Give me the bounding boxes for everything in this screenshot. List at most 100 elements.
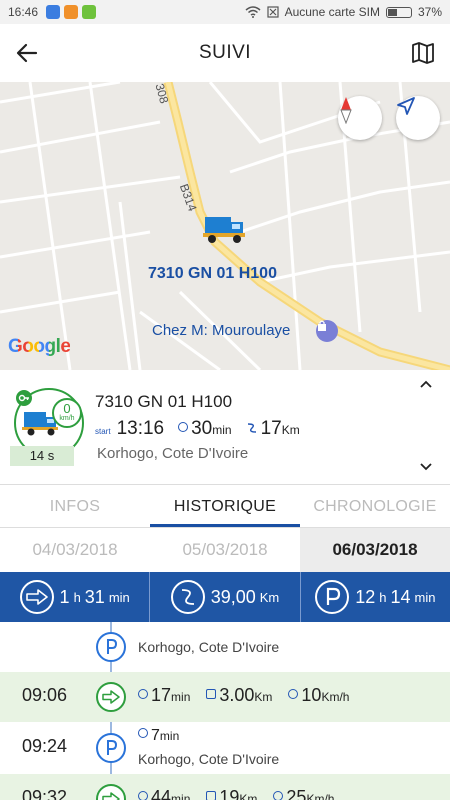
driving-minutes-unit: min (108, 589, 130, 605)
google-logo: Google (8, 336, 71, 358)
timeline-time: 09:24 (22, 736, 68, 756)
duration-stat: 30min (178, 418, 232, 440)
carrier-text: Aucune carte SIM (284, 5, 380, 19)
distance-summary: 39,00 Km (150, 572, 301, 622)
tab-historique[interactable]: HISTORIQUE (150, 486, 300, 527)
timeline-metrics: 44min 19Km 25Km/h (138, 787, 334, 800)
timeline-row-parked[interactable]: Korhogo, Cote D'Ivoire (0, 622, 450, 672)
tab-bar: INFOS HISTORIQUE CHRONOLOGIE (0, 486, 450, 528)
start-time: 13:16 (116, 418, 165, 439)
parked-minutes-unit: min (414, 589, 436, 605)
speed-value: 0 (63, 401, 71, 416)
battery-percent: 37% (417, 5, 442, 19)
vehicle-card[interactable]: 0 km/h 14 s 7310 GN 01 H100 start 13:16 … (0, 370, 450, 485)
clock-icon (138, 728, 148, 738)
map-view[interactable]: 308 B314 7310 GN 01 H100 Chez M: Mouroul… (0, 82, 450, 370)
trip-speed: 25 (286, 787, 307, 800)
trip-duration: 17 (151, 685, 172, 705)
parked-hours-unit: h (379, 589, 387, 605)
speed-gauge: 0 km/h (52, 398, 82, 428)
trip-speed-unit: Km/h (306, 792, 335, 800)
tab-chronologie[interactable]: CHRONOLOGIE (300, 486, 450, 527)
trip-duration: 44 (151, 787, 172, 800)
stop-duration: 7 (151, 727, 160, 744)
route-icon (247, 423, 256, 433)
date-option-selected[interactable]: 06/03/2018 (300, 528, 450, 572)
parking-icon (96, 733, 126, 763)
driving-arrow-icon (96, 682, 126, 712)
route-icon (170, 580, 205, 614)
clock-icon (138, 791, 148, 800)
distance-value: 17 (260, 418, 282, 439)
vehicle-map-label: 7310 GN 01 H100 (148, 265, 277, 282)
distance-stat: 17Km (246, 418, 300, 440)
trip-speed-unit: Km/h (321, 690, 350, 704)
trip-distance-unit: Km (254, 690, 273, 704)
vehicle-location: Korhogo, Cote D'Ivoire (97, 445, 249, 462)
timeline-metrics: 7min (138, 727, 179, 745)
chevron-down-icon[interactable] (420, 463, 432, 471)
history-timeline[interactable]: Korhogo, Cote D'Ivoire 09:06 17min 3.00K… (0, 622, 450, 800)
duration-unit: min (212, 423, 232, 437)
navigation-arrow-icon (397, 97, 415, 115)
shopping-bag-icon[interactable] (316, 320, 338, 342)
battery-icon (385, 6, 412, 18)
route-icon (206, 689, 217, 699)
trip-distance: 19 (219, 787, 240, 800)
no-sim-icon (266, 6, 279, 18)
timeline-row-driving[interactable]: 09:32 44min 19Km 25Km/h (0, 774, 450, 800)
driving-hours-unit: h (73, 589, 81, 605)
status-bar: 16:46 Aucune carte SIM 37% (0, 0, 450, 24)
trip-duration-unit: min (171, 690, 191, 704)
vehicle-marker-icon[interactable] (203, 217, 245, 243)
app-bar: SUIVI (0, 24, 450, 82)
tab-indicator (150, 524, 300, 527)
driving-minutes: 31 (84, 586, 105, 607)
date-option[interactable]: 04/03/2018 (0, 528, 150, 572)
tab-infos[interactable]: INFOS (0, 486, 150, 527)
distance-unit: Km (281, 423, 300, 437)
my-location-button[interactable] (396, 96, 440, 140)
notification-app-icon (46, 5, 61, 19)
parking-icon (315, 580, 350, 614)
driving-arrow-icon (19, 580, 54, 614)
date-option[interactable]: 05/03/2018 (150, 528, 300, 572)
speed-unit: km/h (59, 415, 75, 422)
stop-duration-unit: min (159, 729, 180, 743)
compass-button[interactable] (338, 96, 382, 140)
status-time: 16:46 (8, 5, 39, 19)
back-arrow-icon[interactable] (14, 40, 40, 66)
vehicle-plate: 7310 GN 01 H100 (95, 392, 233, 411)
timeline-location: Korhogo, Cote D'Ivoire (138, 639, 280, 655)
timeline-time: 09:06 (22, 685, 68, 705)
trip-stats: start 13:16 30min 17Km (95, 418, 300, 440)
page-title: SUIVI (198, 42, 252, 63)
compass-icon (340, 97, 352, 124)
duration-value: 30 (191, 418, 213, 439)
google-logo-text: Google (8, 336, 71, 357)
notification-app-icon (82, 5, 97, 19)
parked-time-summary: 12 h 14 min (301, 572, 450, 622)
stop-duration-badge: 14 s (10, 446, 74, 466)
timeline-row-parked[interactable]: 09:24 7min Korhogo, Cote D'Ivoire (0, 722, 450, 774)
map-icon[interactable] (410, 40, 436, 66)
chevron-up-icon[interactable] (420, 380, 432, 388)
wifi-icon (245, 6, 261, 18)
clock-icon (178, 422, 189, 432)
trip-speed: 10 (301, 685, 322, 705)
date-selector: 04/03/2018 05/03/2018 06/03/2018 (0, 528, 450, 572)
timeline-row-driving[interactable]: 09:06 17min 3.00Km 10Km/h (0, 672, 450, 722)
parked-hours: 12 (355, 586, 376, 607)
parked-minutes: 14 (390, 586, 411, 607)
trip-duration-unit: min (171, 792, 191, 800)
driving-hours: 1 (59, 586, 70, 607)
clock-icon (138, 689, 148, 699)
driving-time-summary: 1h 31 min (0, 572, 151, 622)
route-icon (206, 791, 217, 800)
parking-icon (96, 632, 126, 662)
start-label: start (95, 427, 111, 436)
trip-distance-unit: Km (239, 792, 258, 800)
daily-summary-bar: 1h 31 min 39,00 Km 12 h 14 min (0, 572, 450, 622)
ignition-key-icon (16, 390, 32, 406)
notification-app-icon (64, 5, 79, 19)
